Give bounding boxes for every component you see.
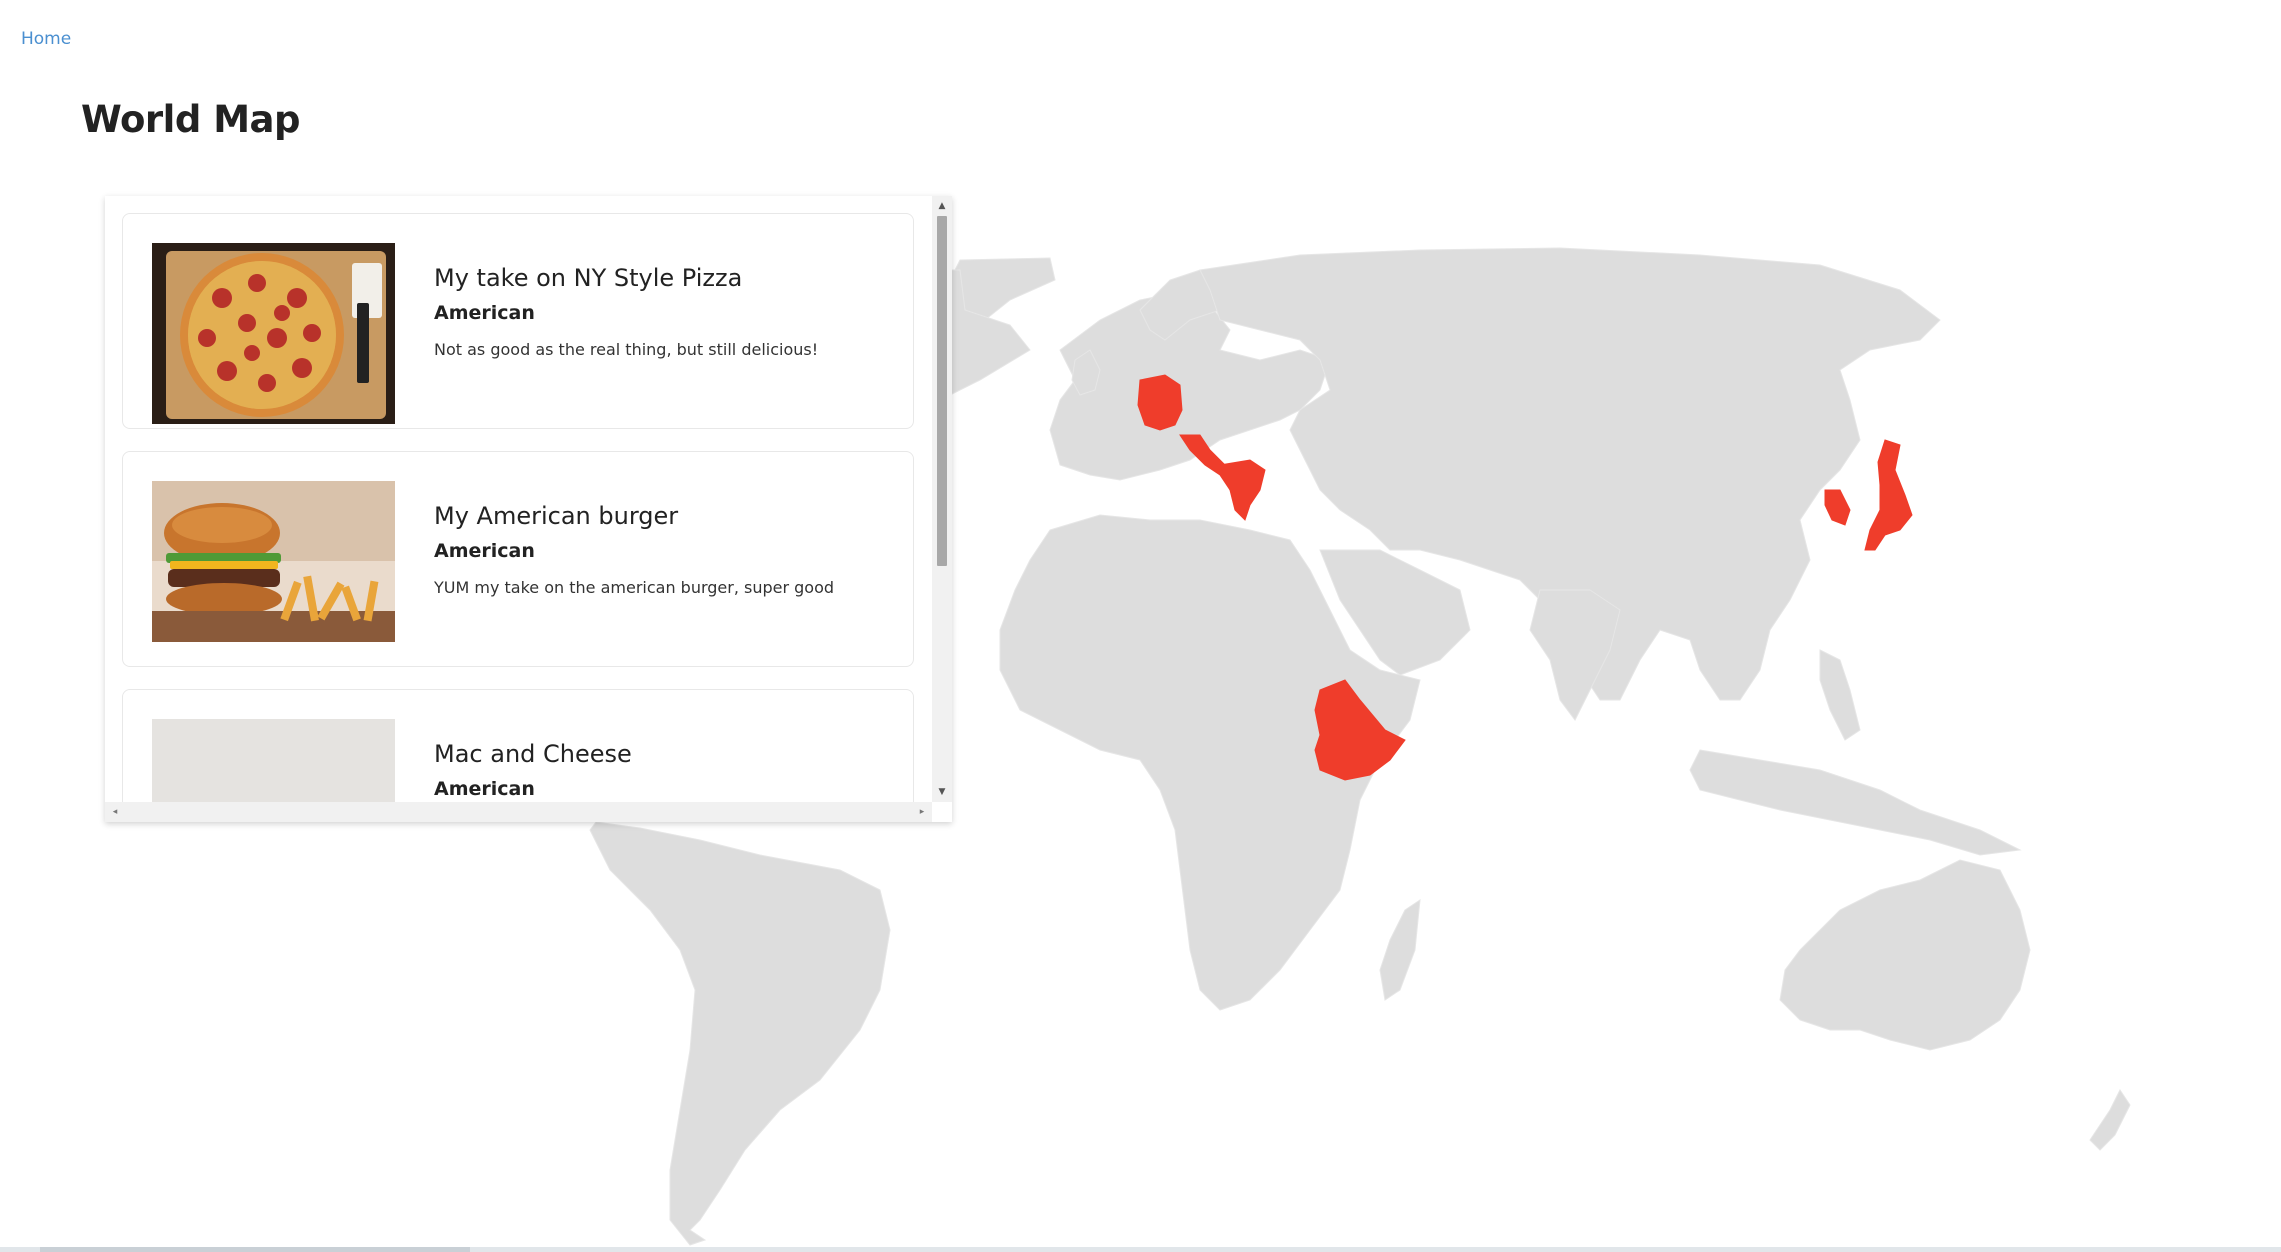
vertical-scrollbar[interactable]: ▲ ▼ [932,196,952,802]
recipe-description: YUM my take on the american burger, supe… [434,578,835,597]
window-scroll-thumb[interactable] [40,1247,470,1252]
recipe-title: My take on NY Style Pizza [434,264,743,292]
recipe-description: Not as good as the real thing, but still… [434,340,819,359]
recipe-title: Mac and Cheese [434,740,632,768]
south-korea[interactable] [1824,489,1851,526]
recipe-cuisine: American [434,778,535,800]
scroll-right-arrow-icon[interactable]: ▸ [912,802,932,822]
horizontal-scrollbar[interactable]: ◂ ▸ [105,802,932,822]
scroll-left-arrow-icon[interactable]: ◂ [105,802,125,822]
recipe-cuisine: American [434,302,535,324]
recipe-title: My American burger [434,502,679,530]
australia[interactable] [1779,859,2031,1051]
scroll-up-arrow-icon[interactable]: ▲ [932,196,952,216]
recipe-list: My take on NY Style Pizza American Not a… [105,196,932,802]
recipe-image-burger [152,481,395,662]
recipe-cuisine: American [434,540,535,562]
recipe-card-burger[interactable]: My American burger American YUM my take … [122,451,914,667]
japan[interactable] [1864,439,1913,551]
recipe-card-pizza[interactable]: My take on NY Style Pizza American Not a… [122,213,914,429]
page: Home World Map My take on NY Style Pizza… [0,0,2281,1252]
greece[interactable] [1219,459,1266,521]
new-zealand[interactable] [2089,1089,2131,1151]
vertical-scroll-thumb[interactable] [937,216,947,566]
southeast-asia-islands[interactable] [1689,749,2022,856]
recipe-image-mac-and-cheese [152,719,395,802]
philippines[interactable] [1819,649,1861,741]
home-link[interactable]: Home [21,29,71,49]
south-america[interactable] [589,821,891,1246]
germany[interactable] [1137,374,1183,431]
window-bottom-scrollbar[interactable] [0,1247,2281,1252]
recipe-card-mac-and-cheese[interactable]: Mac and Cheese American [122,689,914,802]
scroll-down-arrow-icon[interactable]: ▼ [932,782,952,802]
recipe-list-panel: My take on NY Style Pizza American Not a… [105,196,952,822]
madagascar[interactable] [1379,898,1421,1001]
page-title: World Map [81,98,300,141]
recipe-image-pizza [152,243,395,424]
